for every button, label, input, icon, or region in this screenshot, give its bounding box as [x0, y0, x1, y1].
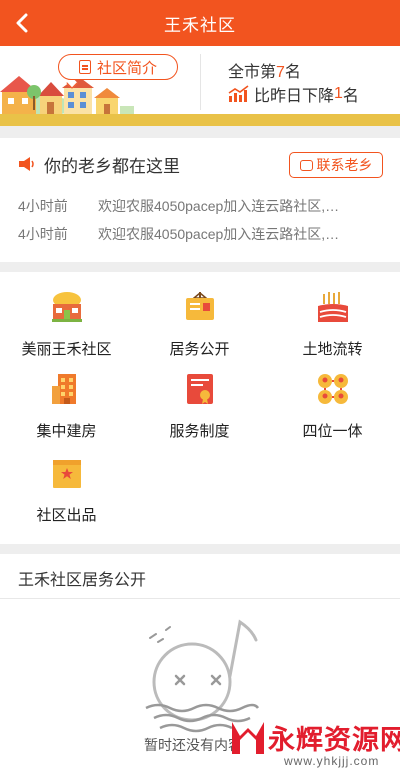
affairs-section-title: 王禾社区居务公开 — [18, 572, 147, 589]
grid-label: 居务公开 — [169, 341, 230, 358]
site-watermark: 永辉资源网 www.yhkjjj.com — [228, 718, 400, 772]
drop-suffix: 名 — [342, 88, 359, 105]
grid-item-land-transfer[interactable]: 土地流转 — [266, 290, 399, 368]
rank-suffix: 名 — [284, 64, 301, 81]
notice-board-icon — [186, 292, 214, 320]
building-icon — [52, 374, 76, 404]
news-text: 欢迎农服4050pacep加入连云路社区,… — [98, 198, 340, 214]
rank-prefix: 全市第 — [228, 64, 277, 81]
contact-label: 联系老乡 — [316, 157, 373, 173]
section-divider — [0, 598, 400, 599]
watermark-main: 永辉资源网 — [268, 725, 400, 755]
rank-change: 比昨日下降 1 名 — [228, 82, 359, 106]
grid-label: 集中建房 — [36, 423, 97, 440]
grid-item-affairs-public[interactable]: 居务公开 — [133, 290, 266, 368]
news-text: 欢迎农服4050pacep加入连云路社区,… — [98, 226, 340, 242]
watermark-logo-icon — [232, 722, 264, 754]
trend-chart-icon — [228, 85, 249, 102]
community-intro-label: 社区简介 — [96, 59, 157, 77]
back-button[interactable] — [8, 9, 36, 37]
section-separator — [0, 126, 400, 138]
grid-item-centralized-housing[interactable]: 集中建房 — [0, 372, 133, 450]
farmland-icon — [318, 292, 348, 322]
contact-hometown-button[interactable]: 联系老乡 — [289, 152, 383, 178]
document-seal-icon — [187, 374, 213, 404]
grid-label: 服务制度 — [169, 423, 230, 440]
grid-item-community-products[interactable]: 社区出品 — [0, 456, 133, 534]
grid-item-service-system[interactable]: 服务制度 — [133, 372, 266, 450]
four-people-icon — [318, 374, 348, 404]
grid-label: 社区出品 — [36, 507, 97, 524]
news-time: 4小时前 — [18, 226, 68, 242]
drop-value: 1 — [334, 85, 343, 102]
speaker-icon — [19, 157, 34, 171]
community-intro-button[interactable]: 社区简介 — [58, 54, 178, 80]
document-icon — [78, 60, 91, 74]
village-icon — [52, 292, 82, 322]
product-box-icon — [53, 460, 81, 488]
news-item[interactable]: 4小时前 欢迎农服4050pacep加入连云路社区,… — [0, 192, 400, 218]
news-time: 4小时前 — [18, 198, 68, 214]
hometown-title: 你的老乡都在这里 — [44, 157, 180, 176]
grid-item-beautiful-community[interactable]: 美丽王禾社区 — [0, 290, 133, 368]
city-rank: 全市第7名 — [228, 58, 301, 82]
banner-ground — [0, 114, 400, 126]
community-banner: 社区简介 全市第7名 比昨日下降 1 名 — [0, 46, 400, 126]
app-header: 王禾社区 — [0, 0, 400, 46]
watermark-url: www.yhkjjj.com — [284, 754, 380, 768]
grid-label: 土地流转 — [302, 341, 363, 358]
drop-prefix: 比昨日下降 — [254, 88, 335, 105]
news-item[interactable]: 4小时前 欢迎农服4050pacep加入连云路社区,… — [0, 220, 400, 246]
rank-value: 7 — [276, 64, 285, 81]
section-separator — [0, 544, 400, 554]
section-separator — [0, 262, 400, 272]
grid-item-four-in-one[interactable]: 四位一体 — [266, 372, 399, 450]
grid-label: 四位一体 — [302, 423, 363, 440]
banner-divider — [200, 54, 201, 110]
grid-label: 美丽王禾社区 — [21, 341, 112, 358]
chevron-left-icon — [16, 13, 28, 33]
chat-icon — [299, 159, 313, 171]
page-title: 王禾社区 — [164, 15, 236, 35]
